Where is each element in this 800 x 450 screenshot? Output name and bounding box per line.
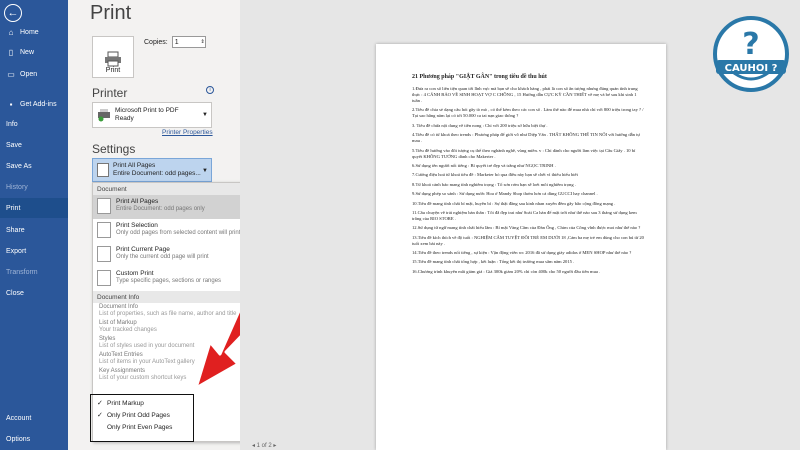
nav-save-label: Save bbox=[6, 141, 22, 149]
menu-item-title: Print Current Page bbox=[116, 246, 170, 253]
document-line: 4.Tiêu đề có từ khoá theo trends : Phươn… bbox=[412, 132, 640, 144]
spinner-icon[interactable]: ⇕ bbox=[201, 39, 205, 45]
home-icon: ⌂ bbox=[8, 27, 14, 37]
document-line: 11.Câu chuyện về trải nghiệm bản thân : … bbox=[412, 209, 637, 221]
print-range-sub: Entire Document: odd pages... bbox=[113, 170, 201, 177]
menu-item-title: Print Selection bbox=[116, 222, 158, 229]
document-line: 8.Từ khoá cảnh báo mang tính nghiêm trọn… bbox=[412, 181, 576, 187]
svg-text:?: ? bbox=[742, 27, 759, 62]
nav-new[interactable]: ▯ New bbox=[0, 42, 68, 62]
current-page-icon bbox=[97, 246, 111, 262]
document-line: 10.Tiêu đề mang tính chất bí mật, huyền … bbox=[412, 200, 616, 206]
nav-options[interactable]: Options bbox=[0, 429, 68, 449]
menu-item-print-current-page[interactable]: Print Current Page Only the current odd p… bbox=[93, 243, 257, 267]
nav-history: History bbox=[0, 177, 68, 197]
nav-info-label: Info bbox=[6, 120, 18, 128]
page-title: Print bbox=[90, 2, 132, 24]
document-line: 14.Tiêu đề theo trends nổi tiếng , sự ki… bbox=[412, 250, 632, 256]
nav-open[interactable]: ▭ Open bbox=[0, 64, 68, 84]
chevron-down-icon: ▼ bbox=[202, 168, 208, 174]
copies-value: 1 bbox=[174, 38, 179, 46]
printer-name: Microsoft Print to PDF bbox=[115, 107, 179, 114]
nav-get-add-ins[interactable]: ▪ Get Add-ins bbox=[0, 94, 68, 114]
nav-info[interactable]: Info bbox=[0, 114, 68, 134]
svg-text:CAUHOI ?: CAUHOI ? bbox=[725, 63, 778, 74]
pdf-printer-icon bbox=[98, 109, 110, 122]
nav-save[interactable]: Save bbox=[0, 135, 68, 155]
nav-transform-label: Transform bbox=[6, 268, 38, 276]
menu-item-title: Print All Pages bbox=[116, 198, 159, 205]
nav-share[interactable]: Share bbox=[0, 220, 68, 240]
document-line: 7.Cường điệu hoá từ khoá tiêu đề : Marke… bbox=[412, 172, 578, 178]
copies-control: Copies: 1 ⇕ bbox=[144, 36, 206, 48]
cauhoi-logo: ? CAUHOI ? bbox=[713, 16, 789, 92]
highlight-box bbox=[90, 394, 194, 442]
menu-item-print-selection[interactable]: Print Selection Only odd pages from selec… bbox=[93, 219, 257, 243]
nav-account-label: Account bbox=[6, 414, 32, 422]
print-button[interactable]: Print bbox=[92, 36, 134, 78]
nav-transform: Transform bbox=[0, 262, 68, 282]
selection-icon bbox=[97, 222, 111, 238]
custom-print-icon bbox=[97, 270, 111, 286]
menu-item-sub: Only the current odd page will print bbox=[116, 254, 209, 260]
info-icon[interactable]: i bbox=[206, 86, 214, 94]
copies-label: Copies: bbox=[144, 38, 168, 46]
printer-select[interactable]: Microsoft Print to PDF Ready ▼ bbox=[92, 102, 212, 128]
menu-item-sub: Entire Document: odd pages only bbox=[116, 206, 205, 212]
printer-properties-link[interactable]: Printer Properties bbox=[162, 129, 213, 136]
document-line: 1.Đưa ra con số liên tiện quan tới lĩnh … bbox=[412, 86, 638, 103]
document-line: 16.Chương trình khuyến mãi giảm giá : Gi… bbox=[412, 268, 601, 274]
nav-options-label: Options bbox=[6, 435, 31, 443]
document-line: 12.Sử dụng từ ngữ mang tính chất hiểu lầ… bbox=[412, 225, 641, 231]
print-range-select[interactable]: Print All Pages Entire Document: odd pag… bbox=[92, 158, 212, 182]
print-range-title: Print All Pages bbox=[113, 162, 156, 169]
document-line: 6.Sử dụng tên người nổi tiếng : Bí quyết… bbox=[412, 162, 556, 168]
settings-heading: Settings bbox=[92, 142, 136, 156]
copies-input[interactable]: 1 ⇕ bbox=[171, 36, 206, 48]
folder-icon: ▭ bbox=[7, 69, 15, 79]
menu-item-title: Custom Print bbox=[116, 270, 154, 277]
nav-export[interactable]: Export bbox=[0, 241, 68, 261]
menu-document-header: Document bbox=[93, 183, 257, 195]
menu-item-print-all-pages[interactable]: Print All Pages Entire Document: odd page… bbox=[93, 195, 257, 219]
printer-icon bbox=[105, 51, 121, 67]
store-icon: ▪ bbox=[9, 99, 13, 109]
menu-item-sub: Only odd pages from selected content wil… bbox=[116, 230, 241, 236]
nav-print[interactable]: Print bbox=[0, 198, 68, 218]
document-line: 9.Sử dụng phép so sánh : Sử dụng nước Ho… bbox=[412, 191, 598, 197]
pages-icon bbox=[97, 163, 109, 177]
nav-print-label: Print bbox=[6, 204, 21, 212]
nav-get-add-ins-label: Get Add-ins bbox=[20, 100, 57, 108]
printer-status: Ready bbox=[115, 115, 134, 122]
all-pages-icon bbox=[97, 198, 111, 214]
document-line: 5.Tiêu đề hướng vào đối tượng cụ thể the… bbox=[412, 147, 636, 159]
nav-home[interactable]: ⌂ Home bbox=[0, 22, 68, 42]
new-document-icon: ▯ bbox=[8, 47, 14, 57]
document-line: 3. Tiêu đề chứa nội dung về tiền nong : … bbox=[412, 122, 548, 128]
nav-open-label: Open bbox=[20, 70, 38, 78]
nav-home-label: Home bbox=[20, 28, 39, 36]
nav-save-as[interactable]: Save As bbox=[0, 156, 68, 176]
nav-account[interactable]: Account bbox=[0, 408, 68, 428]
nav-close[interactable]: Close bbox=[0, 283, 68, 303]
nav-new-label: New bbox=[20, 48, 35, 56]
nav-history-label: History bbox=[6, 183, 28, 191]
document-line: 13.Tiêu đề kích thích về độ tuổi : NGHIỆ… bbox=[412, 234, 644, 246]
print-button-label: Print bbox=[105, 67, 121, 74]
document-line: 15.Tiêu đề mang tính chất tổng hợp , kết… bbox=[412, 259, 575, 265]
preview-page: 21 Phương pháp "GIẬT GÂN" trong tiêu đề … bbox=[376, 44, 666, 450]
chevron-down-icon: ▼ bbox=[202, 112, 208, 118]
page-navigator[interactable]: ◂ 1 of 2 ▸ bbox=[252, 442, 276, 449]
back-arrow-icon[interactable]: ← bbox=[4, 4, 22, 22]
nav-export-label: Export bbox=[6, 247, 27, 255]
nav-save-as-label: Save As bbox=[6, 162, 32, 170]
backstage-nav: ← ⌂ Home ▯ New ▭ Open ▪ Get Add-ins Info Sav… bbox=[0, 0, 68, 450]
document-heading: 21 Phương pháp "GIẬT GÂN" trong tiêu đề … bbox=[412, 74, 547, 80]
nav-close-label: Close bbox=[6, 289, 24, 297]
printer-heading: Printer bbox=[92, 86, 128, 100]
document-line: 2.Tiêu đề chia sẻ dạng câu hỏi gây tò mò… bbox=[412, 107, 644, 119]
nav-share-label: Share bbox=[6, 226, 25, 234]
